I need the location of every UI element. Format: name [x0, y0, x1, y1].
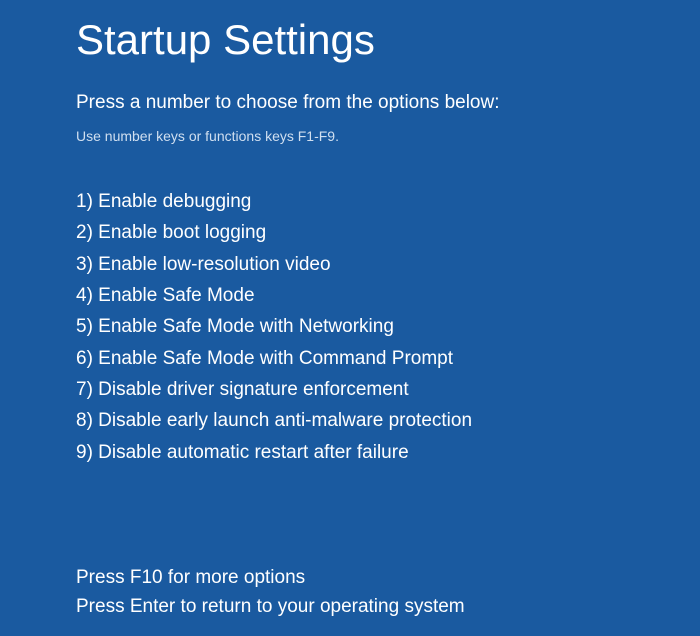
option-disable-anti-malware[interactable]: 8) Disable early launch anti-malware pro…: [76, 405, 700, 436]
enter-hint: Press Enter to return to your operating …: [76, 593, 700, 622]
f10-hint: Press F10 for more options: [76, 564, 700, 593]
page-title: Startup Settings: [76, 16, 700, 64]
footer: Press F10 for more options Press Enter t…: [76, 564, 700, 621]
option-debugging[interactable]: 1) Enable debugging: [76, 186, 700, 217]
key-hint: Use number keys or functions keys F1-F9.: [76, 128, 700, 144]
option-safe-mode-networking[interactable]: 5) Enable Safe Mode with Networking: [76, 311, 700, 342]
subtitle: Press a number to choose from the option…: [76, 92, 700, 114]
option-safe-mode[interactable]: 4) Enable Safe Mode: [76, 280, 700, 311]
option-low-resolution[interactable]: 3) Enable low-resolution video: [76, 249, 700, 280]
option-disable-auto-restart[interactable]: 9) Disable automatic restart after failu…: [76, 437, 700, 468]
option-disable-driver-sig[interactable]: 7) Disable driver signature enforcement: [76, 374, 700, 405]
option-boot-logging[interactable]: 2) Enable boot logging: [76, 217, 700, 248]
option-safe-mode-cmd[interactable]: 6) Enable Safe Mode with Command Prompt: [76, 343, 700, 374]
options-list: 1) Enable debugging 2) Enable boot loggi…: [76, 186, 700, 468]
